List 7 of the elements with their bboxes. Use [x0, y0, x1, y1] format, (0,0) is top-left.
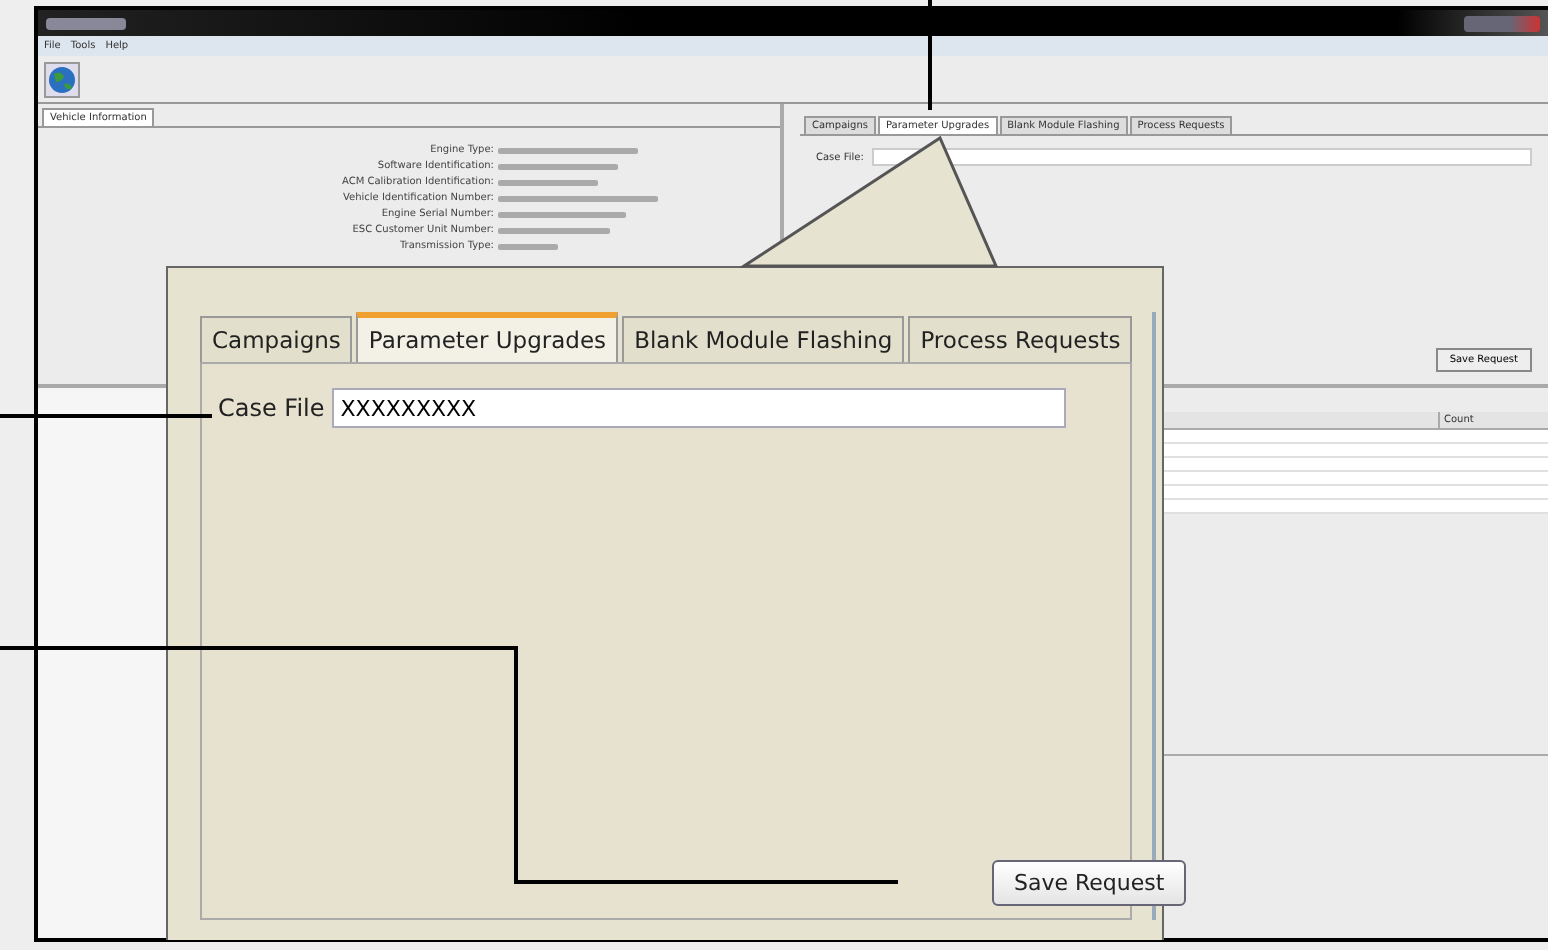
save-request-button[interactable]: Save Request [992, 860, 1187, 906]
tab[interactable]: Blank Module Flashing [622, 316, 905, 362]
tab[interactable]: Parameter Upgrades [356, 312, 619, 362]
case-file-field[interactable]: XXXXXXXXX [332, 388, 1067, 428]
tab[interactable]: Campaigns [200, 316, 353, 362]
field-label: Case File [218, 394, 325, 422]
tab[interactable]: Process Requests [908, 316, 1133, 362]
